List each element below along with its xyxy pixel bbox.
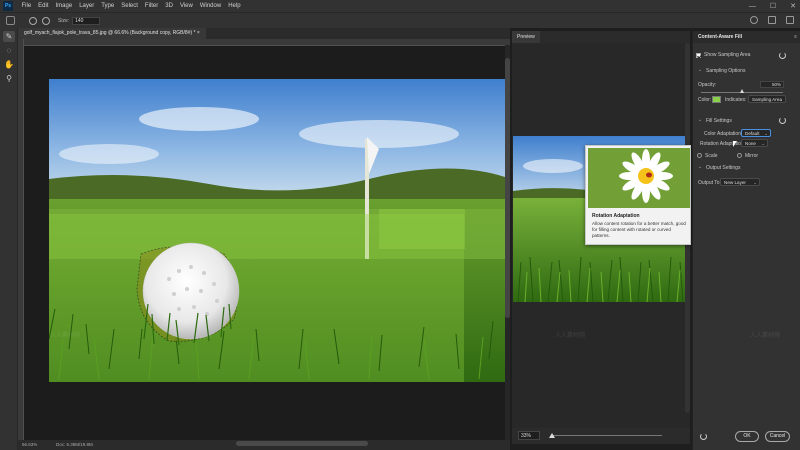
menu-view[interactable]: View (176, 3, 196, 9)
brush-subtract-icon[interactable] (42, 16, 50, 25)
menu-edit[interactable]: Edit (35, 3, 52, 9)
watermark: 人人素材网 (555, 333, 586, 339)
color-adaptation-select[interactable]: Default ⌄ (741, 129, 771, 137)
menu-window[interactable]: Window (196, 3, 224, 9)
content-aware-fill-panel: Content-Aware Fill ≡ (692, 31, 800, 450)
mirror-label: Mirror (745, 153, 759, 159)
color-adaptation-label: Color Adaptation: (704, 131, 743, 137)
tool-bar: ✎ ◌ ✋ ⚲ (0, 28, 18, 450)
options-bar: Size: 140 (0, 12, 800, 28)
reset-sampling-icon[interactable] (779, 52, 786, 59)
document-horizontal-scroll-thumb[interactable] (236, 441, 368, 446)
watermark: 人人素材网 (50, 333, 81, 339)
zoom-level[interactable]: 66.63% (22, 442, 37, 447)
menu-select[interactable]: Select (118, 3, 142, 9)
chevron-down-icon: ⌄ (779, 97, 783, 102)
tooltip-image (588, 148, 690, 208)
hand-tool-icon[interactable]: ✋ (3, 59, 15, 70)
document-size: Doc: 6.39M/19.8M (56, 442, 93, 447)
menu-file[interactable]: File (18, 3, 35, 9)
scale-label: Scale (705, 153, 718, 159)
opacity-slider-thumb[interactable] (739, 89, 744, 93)
menu-layer[interactable]: Layer (76, 3, 98, 9)
rotation-adaptation-select[interactable]: None ⌄ (741, 139, 768, 147)
golf-ball-photo (49, 79, 505, 382)
indicates-label: Indicates: (725, 97, 747, 103)
lasso-tool-icon[interactable]: ◌ (3, 45, 15, 56)
menu-bar: Ps File Edit Image Layer Type Select Fil… (0, 0, 800, 12)
document-canvas-image[interactable] (49, 79, 505, 382)
show-sampling-area-checkbox[interactable] (696, 53, 701, 58)
document-tab-bar: golf_myach_flajok_pole_trava_85.jpg @ 66… (18, 28, 510, 39)
preview-zoom-input[interactable]: 33% (518, 431, 540, 440)
indicates-value: Sampling Area (752, 97, 782, 102)
output-to-label: Output To: (698, 180, 721, 186)
tooltip-description: Allow content rotation for a better matc… (592, 221, 686, 238)
window-controls: — ☐ ✕ (749, 0, 796, 12)
output-to-value: New Layer (724, 180, 746, 185)
minimize-icon[interactable]: — (749, 3, 756, 10)
rotation-adaptation-value: None (745, 141, 756, 146)
chevron-down-icon: ⌄ (761, 141, 765, 146)
output-to-select[interactable]: New Layer ⌄ (720, 178, 760, 186)
workspace-icon[interactable] (768, 16, 776, 24)
sampling-brush-tool-icon[interactable]: ✎ (3, 31, 15, 42)
menu-help[interactable]: Help (225, 3, 244, 9)
chevron-down-icon[interactable]: ⌄ (698, 67, 702, 73)
indicates-select[interactable]: Sampling Area ⌄ (748, 95, 786, 103)
preview-zoom-thumb[interactable] (549, 433, 555, 438)
size-label: Size: (58, 17, 70, 24)
ok-button[interactable]: OK (735, 431, 759, 442)
chevron-down-icon: ⌄ (753, 180, 757, 185)
zoom-tool-icon[interactable]: ⚲ (3, 73, 15, 84)
opacity-label: Opacity: (698, 82, 717, 88)
chevron-down-icon[interactable]: ⌄ (698, 164, 702, 170)
preview-zoom-slider[interactable] (552, 435, 662, 436)
size-input[interactable]: 140 (72, 16, 101, 25)
opacity-input[interactable]: 50% (760, 81, 784, 88)
output-settings-header[interactable]: Output Settings (706, 165, 740, 171)
reset-fill-icon[interactable] (779, 117, 786, 124)
tool-preset-icon[interactable] (6, 16, 15, 25)
rotation-adaptation-tooltip: Rotation Adaptation Allow content rotati… (585, 145, 691, 245)
chevron-down-icon: ⌄ (764, 131, 768, 136)
sampling-options-header[interactable]: Sampling Options (706, 68, 745, 74)
panel-title[interactable]: Content-Aware Fill (696, 31, 744, 43)
document-tab[interactable]: golf_myach_flajok_pole_trava_85.jpg @ 66… (18, 28, 206, 39)
watermark: 人人素材网 (750, 333, 781, 339)
share-icon[interactable] (786, 16, 794, 24)
preview-zoom-bar: 33% (512, 428, 690, 444)
maximize-icon[interactable]: ☐ (770, 2, 776, 10)
menu-3d[interactable]: 3D (162, 3, 177, 9)
menu-filter[interactable]: Filter (141, 3, 161, 9)
cancel-button[interactable]: Cancel (765, 431, 790, 442)
chevron-down-icon[interactable]: ⌄ (698, 117, 702, 123)
fill-settings-header[interactable]: Fill Settings (706, 118, 732, 124)
scale-checkbox[interactable] (697, 153, 702, 158)
tooltip-title: Rotation Adaptation (592, 213, 640, 219)
close-icon[interactable]: ✕ (790, 2, 796, 10)
rotation-adaptation-label: Rotation Adaptation: (700, 141, 746, 147)
document-vertical-scroll-thumb[interactable] (505, 58, 510, 318)
show-sampling-area-label: Show Sampling Area (704, 52, 751, 58)
reset-all-icon[interactable] (700, 433, 707, 440)
preview-tab-bar: Preview (512, 31, 690, 43)
mouse-cursor (733, 141, 737, 147)
mirror-checkbox[interactable] (737, 153, 742, 158)
search-icon[interactable] (750, 16, 758, 24)
color-adaptation-value: Default (745, 131, 760, 136)
daisy-photo (588, 148, 690, 208)
menu-type[interactable]: Type (98, 3, 118, 9)
photoshop-logo: Ps (3, 1, 13, 11)
menu-image[interactable]: Image (52, 3, 76, 9)
horizontal-ruler (24, 39, 510, 46)
color-swatch[interactable] (712, 96, 721, 103)
brush-add-icon[interactable] (29, 16, 37, 25)
panel-menu-icon[interactable]: ≡ (794, 34, 797, 40)
color-label: Color: (698, 97, 712, 103)
preview-tab[interactable]: Preview (512, 31, 540, 43)
